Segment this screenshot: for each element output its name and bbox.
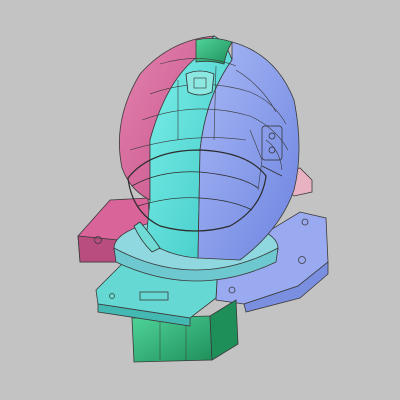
helmet-top-vent [185, 70, 215, 96]
helmet-mold-model[interactable] [0, 0, 400, 400]
cad-3d-viewport[interactable] [0, 0, 400, 400]
